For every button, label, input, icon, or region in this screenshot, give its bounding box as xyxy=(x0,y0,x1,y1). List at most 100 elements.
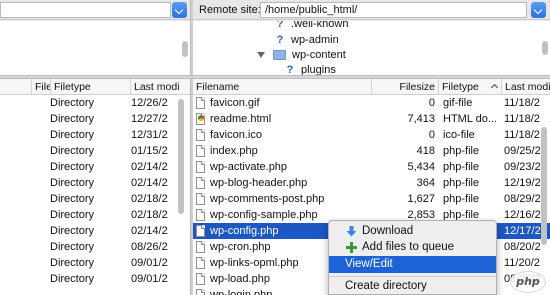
tree-item-wp-admin[interactable]: ? wp-admin xyxy=(275,32,339,48)
add-to-queue-icon xyxy=(346,242,357,253)
cell-last-modified: 08/26/2 xyxy=(131,241,168,253)
cell-filetype: Directory xyxy=(50,225,95,237)
cell-last-modified: 11/20/2 xyxy=(504,257,540,269)
file-icon xyxy=(196,225,205,237)
table-row[interactable]: readme.html 7,413 HTML do... 11/18/2 xyxy=(193,111,550,127)
download-icon xyxy=(346,226,357,237)
cell-filename: wp-activate.php xyxy=(210,161,288,173)
cell-last-modified: 02/18/2 xyxy=(131,209,168,221)
cell-filetype: ico-file xyxy=(443,129,475,141)
cell-filesize xyxy=(373,79,435,95)
local-tree-scrollbar[interactable] xyxy=(182,41,188,57)
cell-filetype: Directory xyxy=(50,241,95,253)
cell-filename xyxy=(210,79,370,95)
cell-last-modified: 12/31/2 xyxy=(131,129,168,141)
expanded-triangle-icon[interactable] xyxy=(257,52,265,58)
cell-filetype: Directory xyxy=(50,129,95,141)
cell-last-modified: 02/14/2 xyxy=(131,177,168,189)
table-row[interactable]: Directory 08/26/2 xyxy=(0,239,190,255)
menu-item-create-directory[interactable]: Create directory xyxy=(329,278,496,295)
local-list-scrollbar[interactable] xyxy=(178,99,184,214)
table-row[interactable]: Directory 01/15/2 xyxy=(0,143,190,159)
file-icon xyxy=(196,193,205,205)
cell-last-modified xyxy=(504,79,550,95)
remote-path-dropdown-button[interactable] xyxy=(531,2,546,18)
cell-filesize: 364 xyxy=(416,177,435,189)
folder-icon xyxy=(273,50,286,61)
table-row[interactable] xyxy=(193,79,550,95)
tree-item-label: plugins xyxy=(301,64,336,75)
cell-last-modified: 09/01/2 xyxy=(131,257,168,269)
cell-filetype: Directory xyxy=(50,193,95,205)
remote-tree-scrollbar[interactable] xyxy=(542,41,548,55)
cell-filetype xyxy=(50,79,128,95)
cell-filetype: Directory xyxy=(50,145,95,157)
tree-item-plugins[interactable]: ? plugins xyxy=(285,62,336,75)
tree-item-well-known[interactable]: ? .well-known xyxy=(275,21,349,32)
table-row[interactable]: index.php 418 php-file 09/25/2 xyxy=(193,143,550,159)
file-icon xyxy=(196,273,205,285)
tree-item-label: wp-admin xyxy=(291,34,339,46)
tree-item-wp-content[interactable]: wp-content xyxy=(257,47,346,63)
local-file-list[interactable]: File Filetype Last modi Directory12/26/2… xyxy=(0,79,190,295)
menu-item-view-edit[interactable]: View/Edit xyxy=(329,256,496,273)
file-icon xyxy=(196,177,205,189)
table-row[interactable]: Directory 12/26/2 xyxy=(0,95,190,111)
menu-item-add-files-to-queue[interactable]: Add files to queue xyxy=(329,239,496,256)
cell-filename: readme.html xyxy=(210,113,272,125)
remote-path-input[interactable]: /home/public_html/ xyxy=(260,2,527,18)
cell-last-modified xyxy=(131,79,181,95)
menu-item-label: Create directory xyxy=(345,280,427,292)
tree-item-label: wp-content xyxy=(292,49,346,61)
table-row[interactable]: Directory 02/18/2 xyxy=(0,191,190,207)
cell-last-modified: 11/18/2 xyxy=(504,113,540,125)
file-icon xyxy=(196,129,205,141)
table-row[interactable]: favicon.gif 0 gif-file 11/18/2 xyxy=(193,95,550,111)
table-row[interactable]: Directory 12/27/2 xyxy=(0,111,190,127)
remote-path-bar: Remote site: /home/public_html/ xyxy=(193,0,550,20)
cell-last-modified: 02/18/2 xyxy=(131,193,168,205)
cell-filetype: php-file xyxy=(443,161,480,173)
table-row[interactable]: Directory 09/01/2 xyxy=(0,255,190,271)
file-icon xyxy=(196,145,205,157)
cell-filesize: 1,627 xyxy=(407,193,435,205)
menu-item-label: Download xyxy=(362,225,414,237)
table-row[interactable]: wp-blog-header.php 364 php-file 12/19/2 xyxy=(193,175,550,191)
cell-filename: index.php xyxy=(210,145,258,157)
question-icon: ? xyxy=(276,21,284,31)
menu-item-download[interactable]: Download xyxy=(329,223,496,240)
menu-separator xyxy=(329,276,496,277)
local-path-dropdown-button[interactable] xyxy=(172,2,187,18)
remote-directory-tree[interactable]: ? .well-known ? wp-admin wp-content ? plugi… xyxy=(193,21,550,75)
local-path-input[interactable] xyxy=(0,2,171,18)
table-row[interactable]: Directory 02/18/2 xyxy=(0,207,190,223)
table-row[interactable]: Directory 02/14/2 xyxy=(0,159,190,175)
table-row[interactable]: Directory 02/14/2 xyxy=(0,223,190,239)
table-row[interactable] xyxy=(0,79,190,95)
file-icon xyxy=(196,257,205,269)
cell-last-modified: 12/27/2 xyxy=(131,113,168,125)
cell-last-modified: 12/26/2 xyxy=(131,97,168,109)
cell-last-modified: 02/14/2 xyxy=(131,161,168,173)
cell-filetype: php-file xyxy=(443,177,480,189)
table-row[interactable]: Directory 12/31/2 xyxy=(0,127,190,143)
cell-filename: favicon.gif xyxy=(210,97,260,109)
cell-filetype: Directory xyxy=(50,161,95,173)
local-directory-tree[interactable] xyxy=(0,21,190,75)
cell-filesize: 5,434 xyxy=(407,161,435,173)
remote-list-scrollbar[interactable] xyxy=(541,127,547,245)
cell-filetype xyxy=(443,79,501,95)
table-row[interactable]: Directory 09/01/2 xyxy=(0,271,190,287)
cell-filetype: Directory xyxy=(50,177,95,189)
cell-last-modified: 09/01/2 xyxy=(131,273,168,285)
question-icon: ? xyxy=(286,64,294,75)
cell-filetype: Directory xyxy=(50,257,95,269)
file-icon xyxy=(196,97,205,109)
table-row[interactable]: favicon.ico 0 ico-file 11/18/2 xyxy=(193,127,550,143)
file-icon xyxy=(196,241,205,253)
table-row[interactable]: Directory 02/14/2 xyxy=(0,175,190,191)
php-watermark-logo: php xyxy=(510,271,546,293)
table-row[interactable]: wp-activate.php 5,434 php-file 09/23/2 xyxy=(193,159,550,175)
menu-item-label: Add files to queue xyxy=(362,241,455,253)
table-row[interactable]: wp-comments-post.php 1,627 php-file 08/29/2 xyxy=(193,191,550,207)
